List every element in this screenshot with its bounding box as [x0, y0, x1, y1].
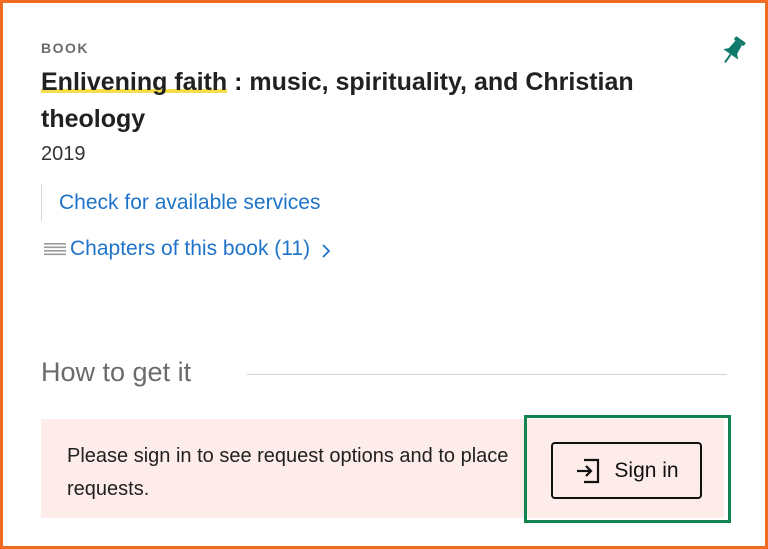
- chapters-link-row[interactable]: Chapters of this book (11): [44, 232, 332, 266]
- resource-type-label: BOOK: [41, 40, 89, 56]
- publication-year: 2019: [41, 143, 86, 165]
- result-card: BOOK Enlivening faith : music, spiritual…: [6, 6, 762, 543]
- sign-in-highlight-frame: Sign in: [524, 415, 731, 523]
- check-services-link[interactable]: Check for available services: [59, 191, 320, 215]
- sign-in-button[interactable]: Sign in: [551, 442, 702, 499]
- chapters-link[interactable]: Chapters of this book (11): [70, 237, 310, 261]
- section-divider: [247, 374, 727, 375]
- list-icon: [44, 243, 66, 256]
- pin-icon[interactable]: [720, 35, 746, 67]
- title-highlight[interactable]: Enlivening faith: [41, 68, 228, 96]
- how-to-get-it-heading: How to get it: [41, 357, 192, 387]
- chevron-right-icon: [322, 244, 331, 258]
- sign-in-label: Sign in: [614, 458, 679, 482]
- record-title[interactable]: Enlivening faith : music, spirituality, …: [41, 64, 681, 138]
- sign-in-notice-text: Please sign in to see request options an…: [67, 445, 509, 500]
- result-card-frame: BOOK Enlivening faith : music, spiritual…: [0, 0, 768, 549]
- sign-in-icon: [577, 458, 600, 483]
- services-link-block: Check for available services: [41, 184, 320, 221]
